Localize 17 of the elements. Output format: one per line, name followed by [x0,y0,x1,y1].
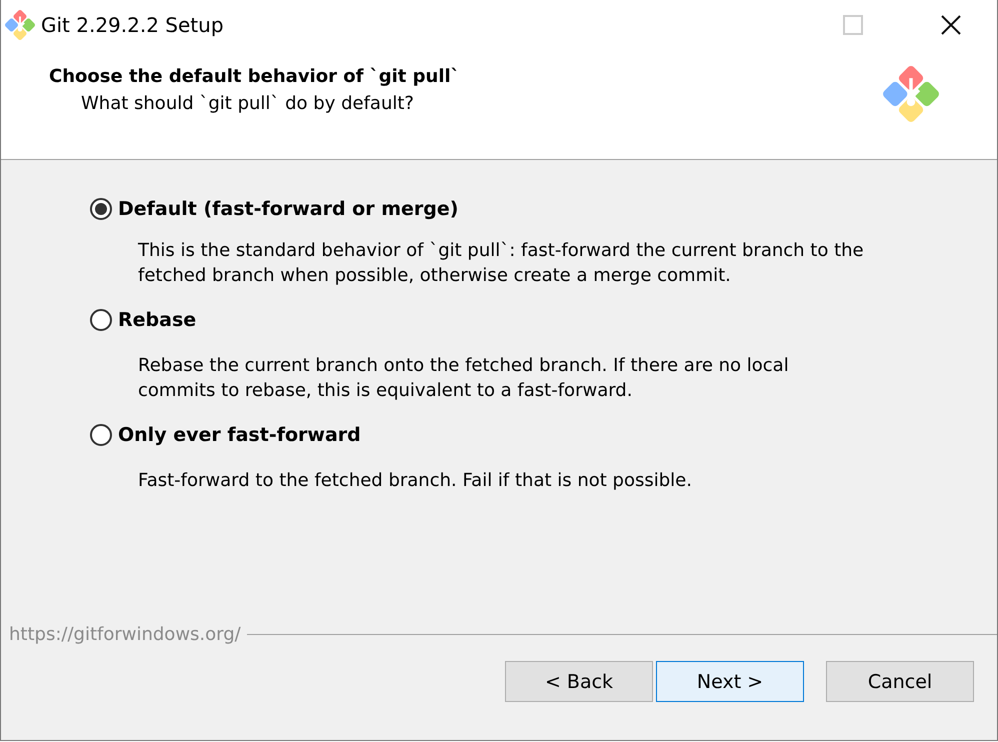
git-logo-icon [883,66,939,122]
dialog-button[interactable]: Next > [656,661,804,702]
window-title: Git 2.29.2.2 Setup [41,13,224,37]
maximize-icon [843,15,863,35]
option-description: Rebase the current branch onto the fetched branch. If there are no local commits to rebase, this is equivalent to a fast-forward. [138,354,790,403]
dialog-button[interactable]: Cancel [826,661,974,702]
radio-option[interactable]: Only ever fast-forward [90,424,361,446]
radio-option[interactable]: Rebase [90,309,196,331]
close-icon [940,14,962,36]
git-logo-icon [5,10,35,40]
radio-option[interactable]: Default (fast-forward or merge) [90,198,458,220]
website-label: https://gitforwindows.org/ [9,624,241,645]
page-subtitle: What should `git pull` do by default? [80,93,415,114]
option-description: Fast-forward to the fetched branch. Fail if that is not possible. [138,469,693,493]
page-title: Choose the default behavior of `git pull` [49,66,460,87]
dialog-button[interactable]: < Back [505,661,653,702]
option-description: This is the standard behavior of `git pull`: fast-forward the current branch to the fetched branch when possible, otherwise create a merge commit. [138,239,865,288]
